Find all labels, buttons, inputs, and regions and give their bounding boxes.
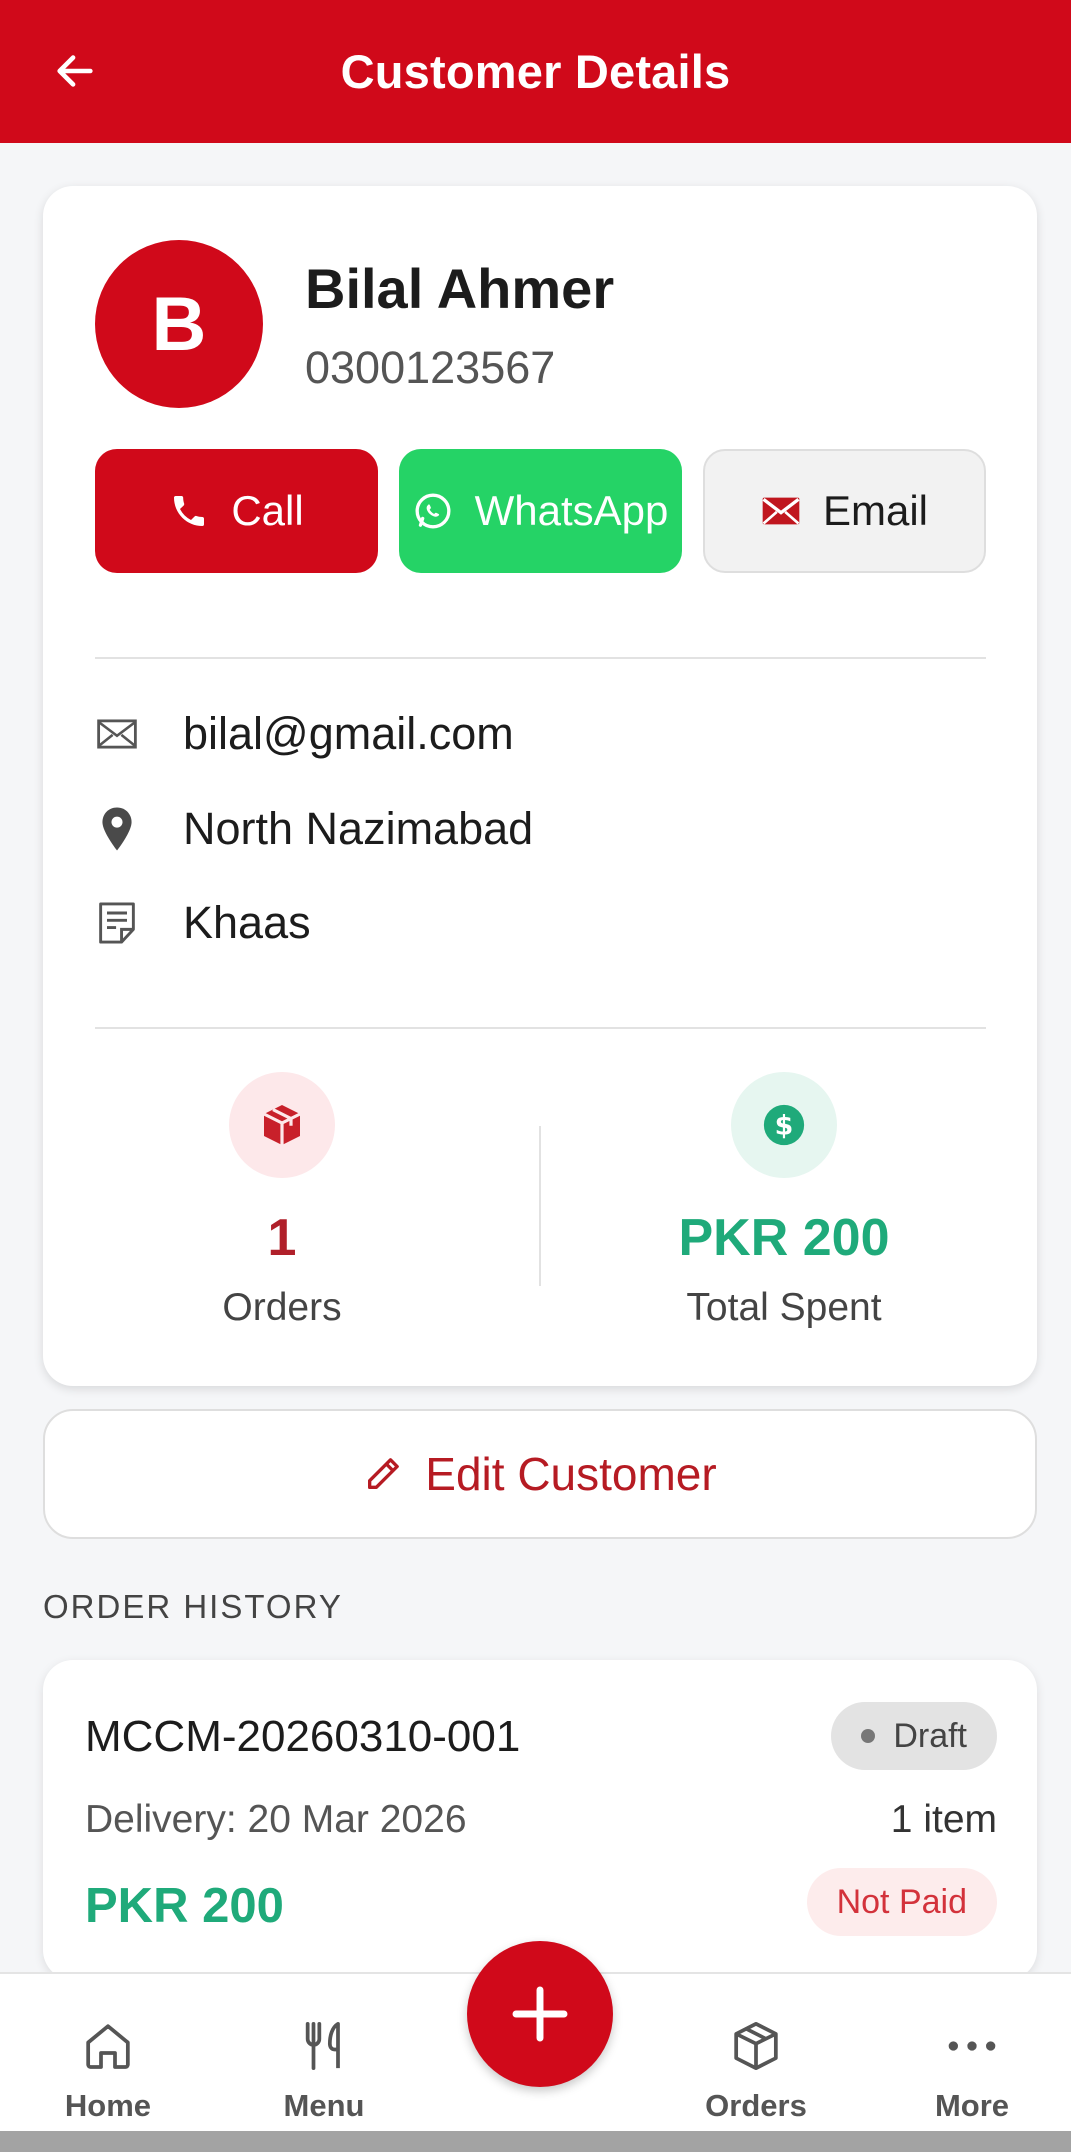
divider	[95, 1027, 986, 1029]
total-spent-label: Total Spent	[686, 1286, 882, 1329]
nav-menu[interactable]: Menu	[244, 1974, 404, 2133]
customer-phone: 0300123567	[305, 342, 556, 393]
order-amount: PKR 200	[85, 1879, 284, 1933]
payment-status-badge: Not Paid	[806, 1868, 997, 1936]
email-row: bilal@gmail.com	[95, 708, 514, 760]
delivery-date: Delivery: 20 Mar 2026	[85, 1798, 467, 1841]
order-history-heading: ORDER HISTORY	[43, 1588, 343, 1625]
page-title: Customer Details	[340, 45, 731, 98]
dollar-icon: $	[731, 1072, 837, 1178]
svg-text:$: $	[775, 1111, 794, 1142]
phone-icon	[174, 496, 205, 526]
email-label: Email	[822, 487, 929, 534]
customer-address: North Nazimabad	[183, 803, 534, 854]
customer-profile-card: B Bilal Ahmer 0300123567 Call WhatsApp E…	[43, 186, 1037, 1386]
status-dot-icon	[861, 1729, 876, 1743]
app-header: Customer Details	[0, 0, 1071, 143]
box-icon	[726, 2016, 786, 2076]
status-label: Draft	[893, 1716, 967, 1755]
spent-stat: $ PKR 200 Total Spent	[564, 1072, 1004, 1330]
home-icon	[78, 2016, 138, 2076]
call-button[interactable]: Call	[95, 449, 378, 573]
stat-divider	[539, 1126, 541, 1286]
orders-count: 1	[267, 1209, 297, 1267]
customer-note: Khaas	[183, 897, 311, 948]
nav-more[interactable]: More	[892, 1974, 1052, 2133]
whatsapp-icon	[415, 493, 451, 529]
add-order-button[interactable]	[467, 1941, 613, 2087]
system-navigation-bar	[0, 2131, 1071, 2152]
avatar: B	[95, 240, 263, 408]
nav-orders-label: Orders	[705, 2088, 807, 2123]
address-row: North Nazimabad	[95, 803, 533, 855]
nav-orders[interactable]: Orders	[676, 1974, 836, 2133]
package-icon	[229, 1072, 335, 1178]
orders-stat: 1 Orders	[62, 1072, 502, 1330]
order-id: MCCM-20260310-001	[85, 1712, 521, 1761]
nav-menu-label: Menu	[283, 2088, 365, 2123]
note-row: Khaas	[95, 897, 311, 949]
edit-customer-label: Edit Customer	[425, 1448, 717, 1500]
divider	[95, 657, 986, 659]
whatsapp-button[interactable]: WhatsApp	[399, 449, 682, 573]
nav-home[interactable]: Home	[28, 1974, 188, 2133]
back-button[interactable]	[44, 40, 106, 102]
plus-icon	[512, 1986, 568, 2042]
order-card[interactable]: MCCM-20260310-001 Draft Delivery: 20 Mar…	[43, 1660, 1037, 1980]
customer-details-screen: Customer Details B Bilal Ahmer 030012356…	[0, 0, 1071, 2152]
whatsapp-label: WhatsApp	[474, 487, 669, 534]
item-count: 1 item	[890, 1798, 997, 1841]
total-spent-value: PKR 200	[678, 1209, 890, 1267]
nav-home-label: Home	[64, 2088, 152, 2123]
pencil-icon	[368, 1458, 400, 1489]
customer-name: Bilal Ahmer	[305, 257, 615, 320]
nav-more-label: More	[934, 2088, 1010, 2123]
note-icon	[95, 901, 139, 945]
edit-customer-button[interactable]: Edit Customer	[43, 1409, 1037, 1539]
location-pin-icon	[95, 807, 139, 851]
mail-icon	[762, 497, 800, 525]
email-button[interactable]: Email	[703, 449, 986, 573]
call-label: Call	[231, 487, 304, 534]
envelope-icon	[95, 712, 139, 756]
customer-email: bilal@gmail.com	[183, 708, 514, 759]
fork-knife-icon	[294, 2016, 354, 2076]
contact-actions: Call WhatsApp Email	[95, 449, 986, 573]
more-dots-icon	[942, 2016, 1002, 2076]
status-badge: Draft	[831, 1702, 997, 1770]
orders-label: Orders	[222, 1286, 342, 1329]
arrow-left-icon	[57, 55, 93, 87]
